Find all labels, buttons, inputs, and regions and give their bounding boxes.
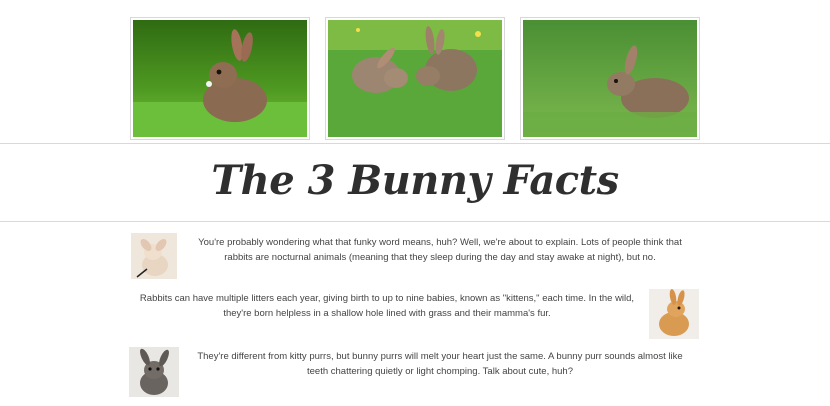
divider-top [0, 143, 830, 144]
fact-text: You're probably wondering what that funk… [198, 237, 682, 263]
fact-text: Rabbits can have multiple litters each y… [139, 293, 635, 319]
bunny-thumbnail-icon [129, 347, 179, 397]
bunny-thumbnail-icon [129, 347, 179, 397]
rabbit-field-photo-icon [523, 20, 697, 137]
two-rabbits-photo-icon [328, 20, 502, 137]
photo-gallery [0, 0, 830, 142]
page-title: The 3 Bunny Facts [211, 157, 619, 204]
bunny-thumbnail-icon [649, 289, 699, 339]
rabbit-field-photo-icon [520, 17, 700, 140]
fact-text: They're different from kitty purrs, but … [197, 351, 683, 377]
rabbit-grass-photo-icon [130, 17, 310, 140]
divider-bottom [0, 221, 830, 222]
bunny-thumbnail-icon [131, 233, 177, 279]
bunny-thumbnail-icon [131, 233, 177, 279]
two-rabbits-photo-icon [325, 17, 505, 140]
rabbit-grass-photo-icon [133, 20, 307, 137]
bunny-thumbnail-icon [649, 289, 699, 339]
